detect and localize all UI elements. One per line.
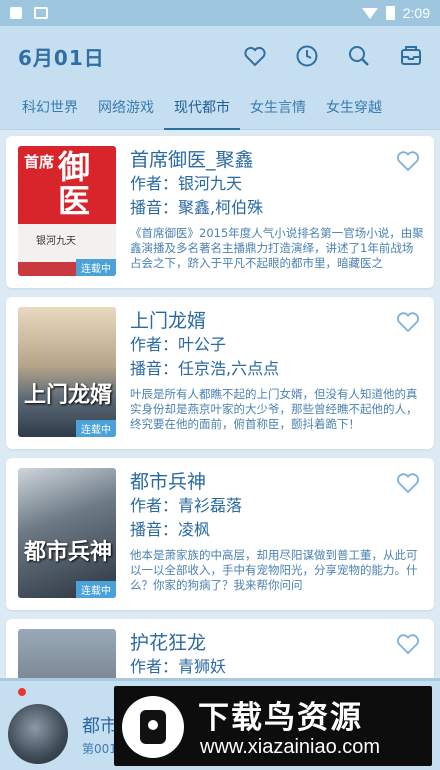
- watermark-logo-icon: [122, 696, 184, 758]
- author-name: 银河九天: [178, 174, 243, 193]
- cover-text-a: 首席: [24, 153, 55, 171]
- book-cover: 上门龙婿 连载中: [18, 307, 116, 437]
- header-icons: [242, 43, 424, 69]
- narrator-label: 播音：: [130, 520, 179, 539]
- battery-icon: [385, 6, 395, 20]
- heart-icon[interactable]: [242, 43, 268, 69]
- book-info: 首席御医_聚鑫 作者：银河九天 播音：聚鑫,柯伯殊 《首席御医》2015年度人气…: [130, 146, 424, 278]
- status-badge: 连载中: [76, 259, 116, 276]
- watermark-title: 下载鸟资源: [198, 700, 363, 736]
- tab-time-travel[interactable]: 女生穿越: [316, 86, 392, 130]
- player-album-art[interactable]: [8, 704, 68, 764]
- tab-modern-urban[interactable]: 现代都市: [164, 86, 240, 130]
- author-label: 作者：: [130, 496, 179, 515]
- author-name: 叶公子: [178, 335, 227, 354]
- author-label: 作者：: [130, 335, 179, 354]
- author-label: 作者：: [130, 657, 179, 676]
- book-description: 叶辰是所有人都瞧不起的上门女婿，但没有人知道他的真实身份却是燕京叶家的大少爷，那…: [130, 387, 418, 431]
- book-title: 上门龙婿: [130, 310, 207, 332]
- narrator-label: 播音：: [130, 198, 179, 217]
- narrator-name: 任京浩,六点点: [178, 359, 280, 378]
- narrator-name: 聚鑫,柯伯殊: [178, 198, 264, 217]
- book-card[interactable]: 上门龙婿 连载中 上门龙婿 作者：叶公子 播音：任京浩,六点点 叶辰是所有人都瞧…: [6, 297, 434, 449]
- book-narrator: 播音：任京浩,六点点: [130, 357, 424, 381]
- category-tabs: 科幻世界 网络游戏 现代都市 女生言情 女生穿越: [0, 86, 440, 130]
- status-badge: 连载中: [76, 420, 116, 437]
- player-title: 都市: [82, 716, 118, 737]
- status-right: 2:09: [361, 5, 430, 21]
- status-time: 2:09: [402, 5, 430, 21]
- book-info: 护花狂龙 作者：青狮妖: [130, 629, 424, 678]
- favorite-heart-icon[interactable]: [396, 150, 420, 172]
- player-progress-bar[interactable]: [0, 678, 440, 681]
- narrator-name: 凌枫: [178, 520, 211, 539]
- book-cover: [18, 629, 116, 678]
- watermark-banner: 下载鸟资源 www.xiazainiao.com: [114, 686, 432, 766]
- clock-icon[interactable]: [294, 43, 320, 69]
- book-card[interactable]: 护花狂龙 作者：青狮妖: [6, 619, 434, 678]
- book-author: 作者：青狮妖: [130, 655, 424, 678]
- wifi-icon: [361, 7, 378, 19]
- favorite-heart-icon[interactable]: [396, 472, 420, 494]
- book-description: 他本是萧家族的中高层，却用尽阳谋做到普工董，从此可以一以全部收入，手中有宠物阳光…: [130, 548, 418, 592]
- cover-text-b: 御医: [58, 148, 91, 220]
- cover-title: 上门龙婿: [24, 383, 113, 408]
- book-cover: 首席 御医 银河九天 连载中: [18, 146, 116, 276]
- author-name: 青衫磊落: [178, 496, 243, 515]
- status-bar: 2:09: [0, 0, 440, 26]
- watermark-url: www.xiazainiao.com: [200, 736, 381, 758]
- search-icon[interactable]: [346, 43, 372, 69]
- book-info: 都市兵神 作者：青衫磊落 播音：凌枫 他本是萧家族的中高层，却用尽阳谋做到普工董…: [130, 468, 424, 600]
- logo-dot: [148, 720, 158, 730]
- status-badge: 连载中: [76, 581, 116, 598]
- notification-icon: [10, 7, 22, 19]
- book-author: 作者：银河九天: [130, 172, 424, 196]
- book-cover: 都市兵神 连载中: [18, 468, 116, 598]
- tab-romance[interactable]: 女生言情: [240, 86, 316, 130]
- favorite-heart-icon[interactable]: [396, 633, 420, 655]
- playback-indicator-dot: [18, 688, 26, 696]
- tab-scifi[interactable]: 科幻世界: [12, 86, 88, 130]
- inbox-icon[interactable]: [398, 43, 424, 69]
- book-card[interactable]: 首席 御医 银河九天 连载中 首席御医_聚鑫 作者：银河九天 播音：聚鑫,柯伯殊…: [6, 136, 434, 288]
- date-title: 6月01日: [18, 45, 105, 70]
- narrator-label: 播音：: [130, 359, 179, 378]
- book-description: 《首席御医》2015年度人气小说排名第一官场小说，由聚鑫演播及多名著名主播鼎力打…: [130, 226, 424, 270]
- book-list: 首席 御医 银河九天 连载中 首席御医_聚鑫 作者：银河九天 播音：聚鑫,柯伯殊…: [0, 130, 440, 678]
- status-left: [10, 7, 48, 19]
- book-title: 护花狂龙: [130, 632, 207, 654]
- book-narrator: 播音：凌枫: [130, 518, 424, 542]
- app-header: 6月01日: [0, 26, 440, 86]
- book-narrator: 播音：聚鑫,柯伯殊: [130, 196, 424, 220]
- book-title: 都市兵神: [130, 471, 207, 493]
- cover-author: 银河九天: [36, 236, 76, 247]
- book-author: 作者：青衫磊落: [130, 494, 424, 518]
- author-name: 青狮妖: [178, 657, 227, 676]
- tab-online-games[interactable]: 网络游戏: [88, 86, 164, 130]
- cover-title: 都市兵神: [24, 540, 113, 565]
- book-author: 作者：叶公子: [130, 333, 424, 357]
- book-title: 首席御医_聚鑫: [130, 149, 254, 171]
- book-card[interactable]: 都市兵神 连载中 都市兵神 作者：青衫磊落 播音：凌枫 他本是萧家族的中高层，却…: [6, 458, 434, 610]
- author-label: 作者：: [130, 174, 179, 193]
- player-episode: 第001: [82, 742, 117, 756]
- favorite-heart-icon[interactable]: [396, 311, 420, 333]
- bag-icon: [34, 7, 48, 19]
- book-info: 上门龙婿 作者：叶公子 播音：任京浩,六点点 叶辰是所有人都瞧不起的上门女婿，但…: [130, 307, 424, 439]
